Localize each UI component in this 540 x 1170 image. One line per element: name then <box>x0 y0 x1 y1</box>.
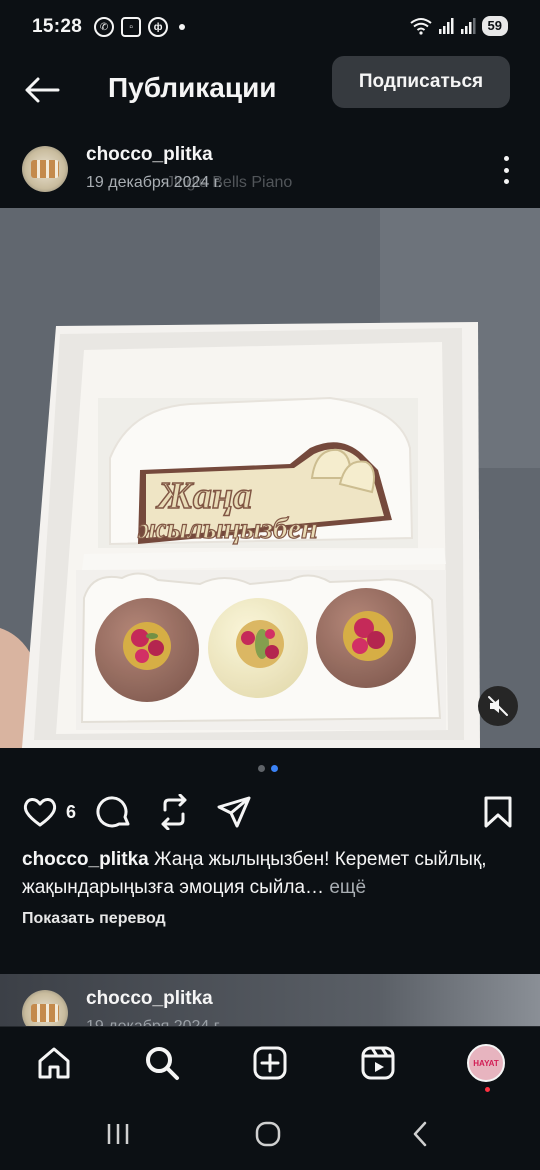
post-date: 19 декабря 2024 г. <box>86 174 223 191</box>
caption-username[interactable]: chocco_plitka <box>22 849 149 870</box>
reels-icon <box>361 1046 395 1080</box>
nav-reels[interactable] <box>356 1041 400 1085</box>
heart-icon <box>23 798 57 827</box>
back-chevron-icon <box>413 1121 427 1147</box>
profile-avatar-label: HAYAT <box>473 1058 499 1068</box>
carousel-dot-2 <box>271 765 278 772</box>
more-notifications-icon <box>179 24 186 30</box>
status-bar: 15:28 ✆ ▫ ф 59 <box>0 0 540 54</box>
comment-icon <box>96 796 130 828</box>
bookmark-button[interactable] <box>478 792 518 832</box>
back-system-button[interactable] <box>400 1116 440 1152</box>
wifi-icon <box>409 18 432 35</box>
recent-apps-icon <box>107 1124 129 1144</box>
post-header: chocco_plitka Jingle Bells Piano 19 дека… <box>0 138 540 204</box>
more-icon <box>503 156 509 161</box>
search-icon <box>146 1047 179 1080</box>
post-photo[interactable]: Жаңа жылыңызбен <box>0 208 540 748</box>
next-post-username[interactable]: chocco_plitka <box>86 988 213 1010</box>
post-actions: 6 <box>0 790 540 834</box>
carousel-indicator <box>258 765 278 772</box>
post-avatar[interactable] <box>22 146 68 192</box>
repost-button[interactable] <box>154 792 194 832</box>
battery-level: 59 <box>481 16 508 36</box>
status-notification-icons: ✆ ▫ ф <box>94 17 186 37</box>
status-time: 15:28 <box>32 16 83 37</box>
post-subtitle: Jingle Bells Piano 19 декабря 2024 г. <box>86 174 292 192</box>
home-icon <box>38 1047 70 1079</box>
page-title: Публикации <box>108 72 277 103</box>
post-username[interactable]: chocco_plitka <box>86 144 213 166</box>
bottom-navigation: HAYAT <box>0 1026 540 1098</box>
app-header: Публикации Подписаться <box>0 54 540 124</box>
profile-notification-dot <box>485 1087 490 1092</box>
subscribe-button[interactable]: Подписаться <box>332 56 510 108</box>
next-post-header: chocco_plitka 19 декабря 2024 г. <box>0 974 540 1030</box>
app-notification-icon: ф <box>148 17 169 37</box>
share-button[interactable] <box>214 792 254 832</box>
status-right: 59 <box>409 16 508 36</box>
carousel-dot-1 <box>258 765 265 772</box>
translate-link[interactable]: Показать перевод <box>22 910 166 928</box>
whatsapp-icon: ✆ <box>94 17 115 37</box>
comment-button[interactable] <box>94 792 134 832</box>
nav-home[interactable] <box>32 1041 76 1085</box>
system-navigation <box>0 1098 540 1170</box>
bookmark-icon <box>484 796 512 828</box>
home-system-button[interactable] <box>248 1116 288 1152</box>
share-icon <box>217 796 251 828</box>
repost-icon <box>161 794 187 830</box>
profile-avatar: HAYAT <box>467 1044 505 1082</box>
screenshot-icon: ▫ <box>121 17 142 37</box>
like-count[interactable]: 6 <box>66 802 76 823</box>
like-button[interactable] <box>20 792 60 832</box>
post-caption: chocco_plitka Жаңа жылыңызбен! Керемет с… <box>22 846 522 902</box>
mute-icon <box>488 696 508 716</box>
more-options-button[interactable] <box>494 152 518 188</box>
chocolate-box-image: Жаңа жылыңызбен <box>0 208 540 748</box>
back-button[interactable] <box>22 70 62 110</box>
mute-button[interactable] <box>478 686 518 726</box>
signal-1-icon <box>438 18 454 34</box>
create-icon <box>253 1046 287 1080</box>
nav-search[interactable] <box>140 1041 184 1085</box>
nav-create[interactable] <box>248 1041 292 1085</box>
nav-profile[interactable]: HAYAT <box>464 1041 508 1085</box>
back-arrow-icon <box>25 77 60 103</box>
recent-apps-button[interactable] <box>98 1116 138 1152</box>
caption-more-link[interactable]: ещё <box>329 877 366 898</box>
next-post-avatar[interactable] <box>22 990 68 1030</box>
home-circle-icon <box>255 1121 281 1147</box>
signal-2-icon <box>460 18 476 34</box>
